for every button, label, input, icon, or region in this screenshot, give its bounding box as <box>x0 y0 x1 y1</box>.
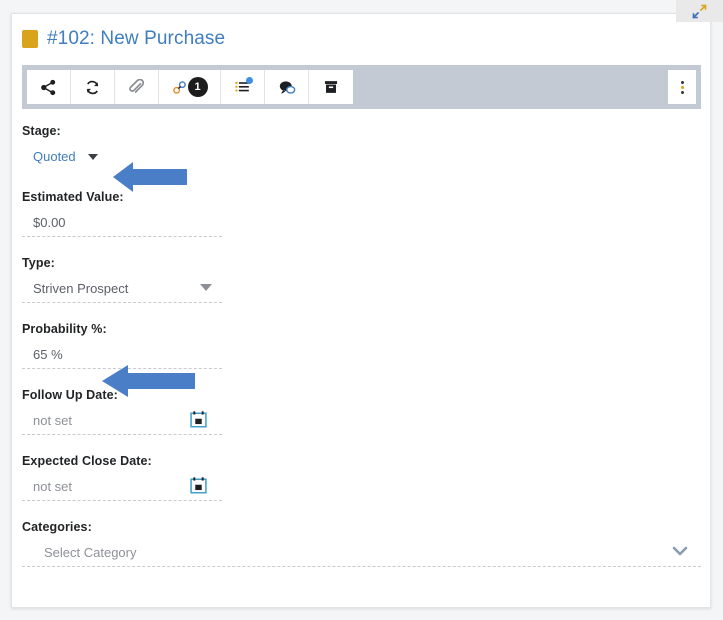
chevron-down-icon[interactable] <box>671 544 689 563</box>
estimated-value-field-label: Estimated Value: <box>22 190 124 204</box>
share-button[interactable] <box>27 70 71 104</box>
tasks-button[interactable] <box>221 70 265 104</box>
probability-field-label: Probability %: <box>22 322 107 336</box>
chat-bubble-icon <box>278 79 296 96</box>
categories-field-value: Select Category <box>44 544 137 560</box>
tasks-notification-dot <box>246 77 253 84</box>
links-count-badge: 1 <box>187 77 208 97</box>
estimated-value-field-value: $0.00 <box>33 214 66 230</box>
stage-field-control[interactable]: Quoted <box>22 147 222 171</box>
expected-close-date-field-control[interactable]: not set <box>22 477 222 501</box>
record-toolbar: 1 <box>22 65 701 109</box>
stage-field-value: Quoted <box>33 149 76 164</box>
field-type: Type: Striven Prospect <box>22 256 700 303</box>
follow-up-date-field-control[interactable]: not set <box>22 411 222 435</box>
categories-field-control[interactable]: Select Category <box>22 543 701 567</box>
calendar-icon[interactable] <box>189 410 208 434</box>
more-options-button[interactable] <box>668 70 696 104</box>
archive-box-icon <box>323 79 339 95</box>
follow-up-date-field-label: Follow Up Date: <box>22 388 118 402</box>
type-field-label: Type: <box>22 256 55 270</box>
chevron-down-icon <box>87 153 98 160</box>
expand-window-button[interactable] <box>676 0 723 22</box>
expected-close-date-field-label: Expected Close Date: <box>22 454 152 468</box>
field-estimated-value: Estimated Value: $0.00 <box>22 190 700 237</box>
chevron-down-icon <box>200 284 212 291</box>
page-title: #102: New Purchase <box>22 28 225 50</box>
refresh-icon <box>84 79 101 96</box>
comments-button[interactable] <box>265 70 309 104</box>
expected-close-date-field-value: not set <box>33 478 73 494</box>
page-title-text: #102: New Purchase <box>47 28 226 49</box>
record-card: #102: New Purchase 1 Stage: Quoted Estim… <box>11 13 711 608</box>
field-categories: Categories: Select Category <box>22 520 701 567</box>
toolbar-button-group: 1 <box>27 70 353 104</box>
share-icon <box>40 79 57 96</box>
follow-up-date-field-value: not set <box>33 412 73 428</box>
type-field-value: Striven Prospect <box>33 280 129 296</box>
paperclip-icon <box>128 78 145 96</box>
record-form: Stage: Quoted Estimated Value: $0.00 Typ… <box>22 124 701 576</box>
attachments-button[interactable] <box>115 70 159 104</box>
probability-field-control[interactable]: 65 % <box>22 345 222 369</box>
estimated-value-field-control[interactable]: $0.00 <box>22 213 222 237</box>
kebab-menu-icon <box>680 80 684 94</box>
field-stage: Stage: Quoted <box>22 124 700 171</box>
calendar-icon[interactable] <box>189 476 208 500</box>
type-field-control[interactable]: Striven Prospect <box>22 279 222 303</box>
refresh-button[interactable] <box>71 70 115 104</box>
link-icon <box>172 80 187 95</box>
field-probability: Probability %: 65 % <box>22 322 700 369</box>
field-expected-close-date: Expected Close Date: not set <box>22 454 700 501</box>
probability-field-value: 65 % <box>33 346 63 362</box>
field-follow-up-date: Follow Up Date: not set <box>22 388 700 435</box>
archive-button[interactable] <box>309 70 353 104</box>
categories-field-label: Categories: <box>22 520 92 534</box>
expand-diagonal-icon <box>692 3 707 19</box>
links-button[interactable]: 1 <box>159 70 221 104</box>
stage-field-label: Stage: <box>22 124 61 138</box>
status-color-swatch <box>22 30 38 48</box>
